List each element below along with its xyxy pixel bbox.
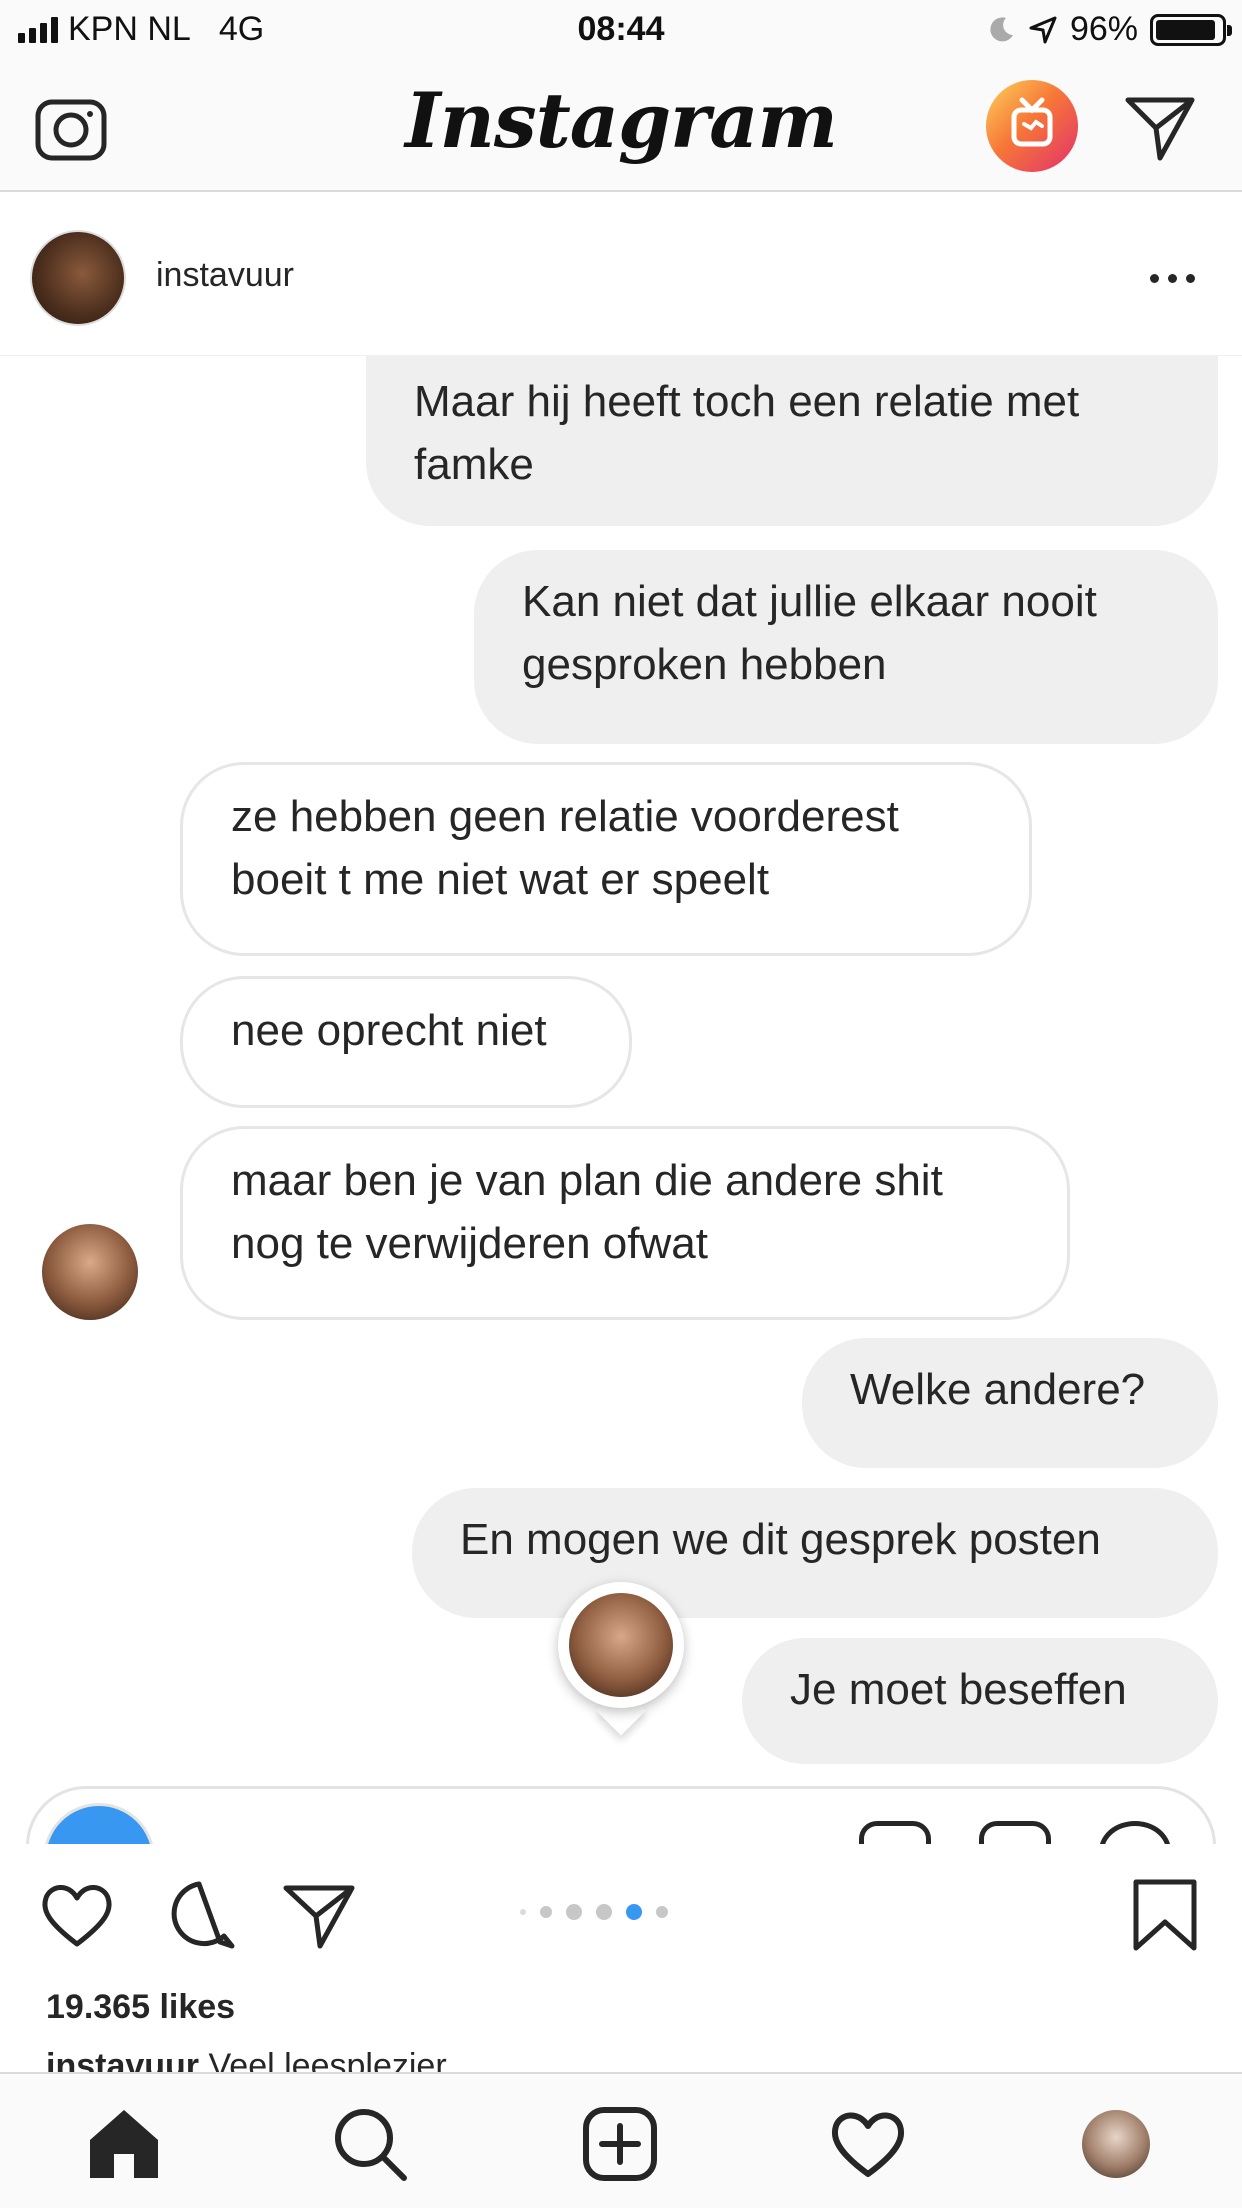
message-bubble: Kan niet dat jullie elkaar nooit gesprok… <box>474 550 1218 744</box>
carousel-dot <box>566 1904 582 1920</box>
composer-camera-icon <box>43 1803 155 1844</box>
carousel-dot <box>656 1906 668 1918</box>
battery-icon <box>1150 13 1232 46</box>
app-header: Instagram <box>0 62 1242 192</box>
location-arrow-icon <box>1029 16 1057 43</box>
carousel-dot-active <box>626 1904 642 1920</box>
battery-percent: 96% <box>1069 10 1138 48</box>
search-icon[interactable] <box>330 2104 410 2184</box>
igtv-icon[interactable] <box>986 80 1078 172</box>
home-icon[interactable] <box>84 2104 164 2184</box>
status-right: 96% <box>986 10 1232 49</box>
bookmark-icon[interactable] <box>1126 1876 1204 1954</box>
message-bubble: ze hebben geen relatie voorderest boeit … <box>180 762 1032 956</box>
carousel-dots <box>520 1904 668 1920</box>
bottom-tab-bar <box>0 2072 1242 2208</box>
carousel-dot <box>596 1904 612 1920</box>
message-bubble: En mogen we dit gesprek posten <box>412 1488 1218 1618</box>
new-post-icon[interactable] <box>580 2104 660 2184</box>
composer-heart-icon <box>1099 1821 1171 1844</box>
composer-gallery-icon <box>979 1821 1051 1844</box>
message-composer <box>26 1786 1216 1844</box>
sender-avatar <box>42 1224 138 1320</box>
comment-icon[interactable] <box>160 1876 238 1954</box>
composer-mic-icon <box>859 1821 931 1844</box>
post-author-avatar[interactable] <box>30 230 126 326</box>
post-action-bar <box>0 1844 1242 1984</box>
activity-heart-icon[interactable] <box>828 2104 908 2184</box>
caption-text: Veel leesplezier <box>208 2047 447 2072</box>
more-options-icon[interactable] <box>1142 258 1202 298</box>
message-bubble: maar ben je van plan die andere shit nog… <box>180 1126 1070 1320</box>
status-bar: KPN NL 4G 08:44 96% <box>0 0 1242 62</box>
post-caption: instavuur Veel leesplezier <box>46 2046 447 2072</box>
message-bubble: Welke andere? <box>802 1338 1218 1468</box>
direct-message-icon[interactable] <box>1122 90 1198 166</box>
caption-username[interactable]: instavuur <box>46 2047 199 2072</box>
seen-avatar-pin <box>558 1582 684 1736</box>
likes-count[interactable]: 19.365 likes <box>46 1988 235 2027</box>
carousel-dot <box>520 1909 526 1915</box>
like-heart-icon[interactable] <box>38 1876 116 1954</box>
post-header: instavuur <box>0 194 1242 356</box>
message-bubble: nee oprecht niet <box>180 976 632 1108</box>
carousel-dot <box>540 1906 552 1918</box>
message-bubble: Je moet beseffen <box>742 1638 1218 1764</box>
post-username[interactable]: instavuur <box>156 256 294 295</box>
profile-avatar[interactable] <box>1082 2110 1150 2178</box>
moon-icon <box>990 16 1013 41</box>
share-icon[interactable] <box>280 1876 358 1954</box>
message-bubble: Maar hij heeft toch een relatie met famk… <box>366 356 1218 526</box>
